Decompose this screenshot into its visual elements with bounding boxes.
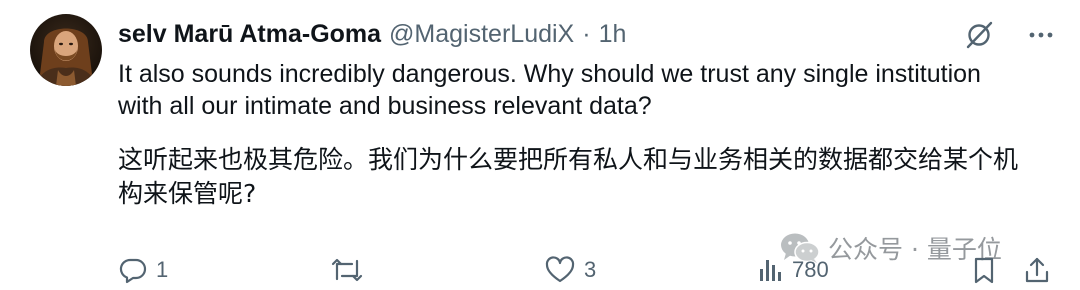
tweet-header: selv Marū Atma-Goma @MagisterLudiX · 1h	[118, 16, 626, 52]
views-icon	[758, 255, 784, 285]
avatar-image	[30, 14, 102, 86]
views-count: 780	[792, 257, 829, 282]
separator-dot: ·	[582, 19, 591, 48]
like-count: 3	[584, 257, 597, 282]
tweet-text-chinese: 这听起来也极其危险。我们为什么要把所有私人和与业务相关的数据都交给某个机构来保管…	[118, 145, 1019, 208]
views-button[interactable]: 780	[758, 252, 829, 288]
tweet-text: It also sounds incredibly dangerous. Why…	[118, 58, 1018, 211]
reply-icon	[118, 255, 148, 285]
like-button[interactable]: 3	[544, 252, 596, 288]
header-actions	[962, 18, 1056, 52]
display-name[interactable]: selv Marū Atma-Goma	[118, 20, 381, 49]
bookmark-button[interactable]	[970, 252, 998, 288]
more-icon[interactable]	[1026, 20, 1056, 50]
bookmark-icon	[970, 255, 998, 285]
reply-button[interactable]: 1	[118, 252, 168, 288]
repost-icon	[330, 255, 364, 285]
like-icon	[544, 255, 576, 285]
repost-button[interactable]	[330, 252, 372, 288]
share-icon	[1022, 255, 1052, 285]
grok-icon[interactable]	[962, 18, 996, 52]
reply-count: 1	[156, 257, 169, 282]
action-bar: 1 3 780	[118, 252, 1058, 288]
share-button[interactable]	[1022, 252, 1052, 288]
avatar[interactable]	[30, 14, 102, 86]
timestamp[interactable]: 1h	[599, 20, 627, 49]
tweet-text-english: It also sounds incredibly dangerous. Why…	[118, 60, 981, 120]
user-handle[interactable]: @MagisterLudiX	[389, 20, 574, 49]
